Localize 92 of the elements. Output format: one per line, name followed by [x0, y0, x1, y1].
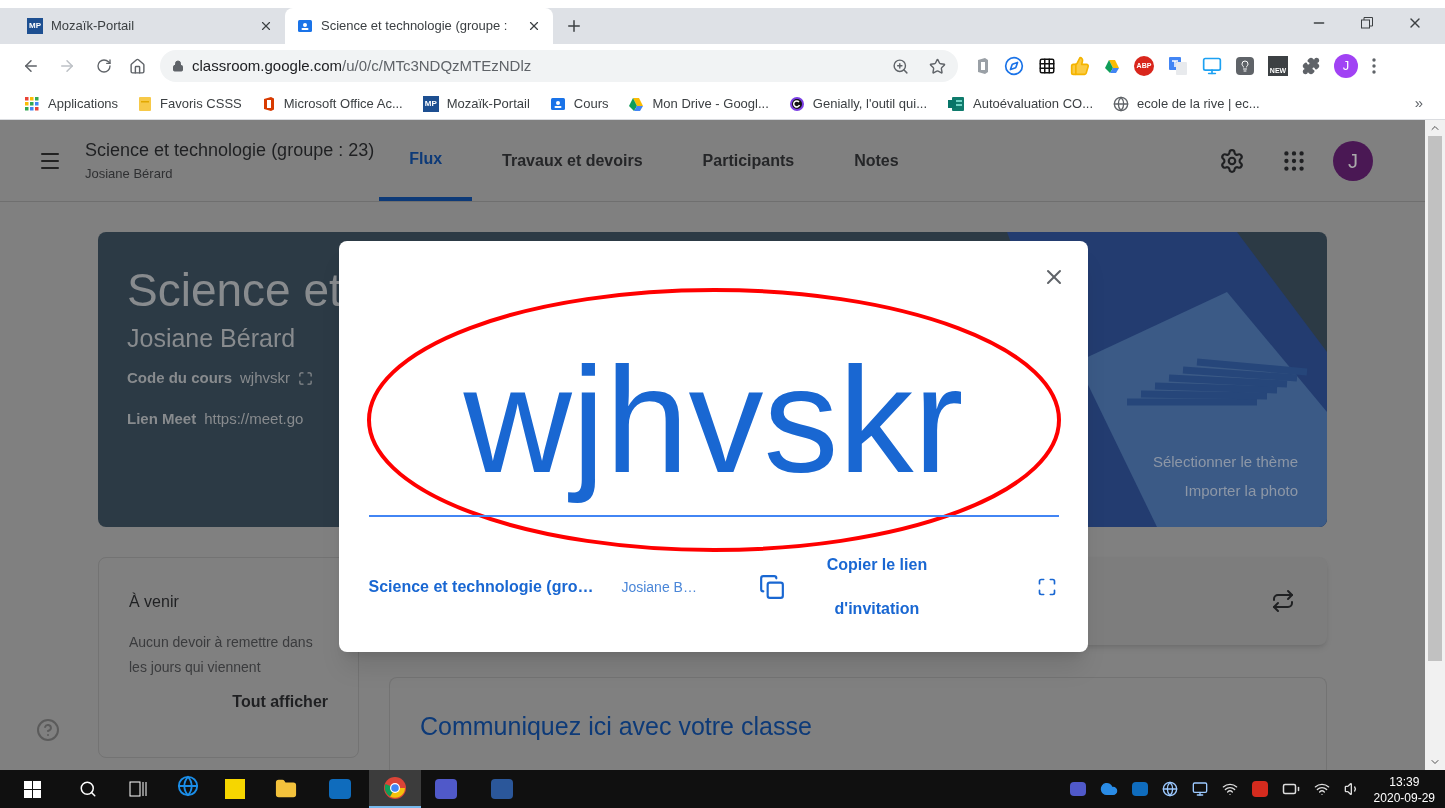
bookmark-item[interactable]: ecole de la rive | ec...: [1113, 93, 1260, 114]
class-code: wjhvskr: [463, 337, 964, 503]
new-tab-icon[interactable]: [565, 17, 583, 35]
cloud-icon[interactable]: [1099, 780, 1118, 798]
apps-grid-icon: [24, 95, 40, 112]
windows-logo-icon[interactable]: [24, 780, 41, 798]
person-board-icon: [549, 95, 566, 112]
folder-icon: [138, 95, 153, 112]
settings-icon[interactable]: [1219, 147, 1245, 174]
globe-icon: [1113, 95, 1130, 112]
mail-tray-icon[interactable]: [1131, 782, 1148, 796]
class-tab[interactable]: Participants: [672, 120, 825, 201]
mp-logo-icon: MP: [27, 18, 43, 34]
copy-icon[interactable]: [758, 574, 785, 600]
upcoming-text: Aucun devoir à remettre dans les jours qui viennent: [129, 633, 314, 677]
chat-tray-icon[interactable]: [1069, 782, 1086, 796]
active-app-tile[interactable]: [369, 770, 421, 808]
bulb-icon[interactable]: [1236, 57, 1254, 75]
swirl-logo-icon: [788, 95, 805, 112]
search-icon[interactable]: [79, 780, 97, 798]
tab-title: Science et technologie (groupe :: [321, 17, 509, 36]
user-avatar[interactable]: J: [1333, 140, 1373, 181]
copy-link-button[interactable]: Copier le lien d'invitation: [806, 543, 947, 631]
bookmark-item[interactable]: Cours: [549, 93, 609, 114]
home-icon[interactable]: [129, 57, 146, 75]
lock-icon: [172, 60, 184, 72]
restore-icon[interactable]: [1361, 17, 1373, 29]
close-icon[interactable]: [259, 19, 273, 33]
monitor-tray-icon[interactable]: [1191, 781, 1208, 797]
profile-avatar[interactable]: J: [1334, 54, 1358, 78]
class-code: wjhvskr: [240, 368, 291, 388]
url-path: /u/0/c/MTc3NDQzMTEzNDlz: [342, 55, 532, 76]
code-label: Code du cours: [127, 368, 232, 388]
class-tab[interactable]: Travaux et devoirs: [472, 120, 673, 201]
view-all-link[interactable]: Tout afficher: [232, 690, 328, 714]
reload-icon[interactable]: [96, 58, 112, 74]
thumbs-up-icon[interactable]: [1070, 56, 1090, 76]
drive-triangle-icon: [628, 95, 645, 112]
person-board-icon: [297, 18, 313, 34]
close-icon[interactable]: [527, 19, 541, 33]
clock-time[interactable]: 13:39: [1389, 774, 1420, 790]
office-logo-icon[interactable]: [976, 57, 990, 75]
compass-icon[interactable]: [1004, 56, 1024, 76]
bookmark-item[interactable]: Microsoft Office Ac...: [261, 93, 403, 114]
round-logo-icon: [383, 776, 407, 800]
bookmark-item[interactable]: Genially, l'outil qui...: [788, 93, 928, 114]
mail-app-icon[interactable]: [329, 779, 351, 799]
class-title: Science et technologie (groupe : 23): [85, 139, 375, 163]
folder-icon[interactable]: [275, 778, 297, 800]
fullscreen-icon[interactable]: [298, 370, 314, 386]
bookmark-item[interactable]: Applications: [24, 93, 119, 114]
puzzle-icon[interactable]: [1302, 57, 1320, 75]
office-logo-icon: [261, 95, 276, 112]
banner-teacher: Josiane Bérard: [127, 322, 297, 354]
star-icon[interactable]: [929, 57, 946, 75]
clock-date[interactable]: 2020-09-29: [1373, 790, 1435, 806]
wifi-icon[interactable]: [1313, 781, 1330, 797]
url-host: classroom.google.com: [192, 55, 343, 76]
scroll-thumb[interactable]: [1428, 136, 1442, 661]
zoom-icon[interactable]: [892, 57, 909, 75]
meet-label: Lien Meet: [127, 408, 197, 429]
tab-title: Mozaïk-Portail: [51, 17, 136, 36]
task-view-icon[interactable]: [129, 781, 147, 797]
class-teacher: Josiane Bérard: [85, 165, 174, 184]
banner-title: Science et: [127, 263, 343, 318]
bookmark-item[interactable]: Mon Drive - Googl...: [628, 93, 769, 114]
back-icon[interactable]: [22, 57, 40, 75]
translate-icon[interactable]: [1168, 56, 1188, 76]
upcoming-title: À venir: [129, 591, 180, 612]
bookmark-item[interactable]: Favoris CSSS: [138, 93, 242, 114]
chat-app-icon[interactable]: [435, 779, 457, 799]
teacher-name: Josiane B…: [621, 577, 697, 597]
class-name: Science et technologie (gro…: [368, 577, 594, 597]
drive-triangle-icon: [1104, 58, 1120, 74]
shield-tray-icon[interactable]: [1251, 781, 1268, 797]
mp-logo-icon: MP: [422, 95, 439, 112]
browser-tab[interactable]: MP Mozaïk-Portail: [15, 8, 285, 44]
monitor-icon[interactable]: [1202, 56, 1222, 76]
bookmark-item[interactable]: MP Mozaïk-Portail: [422, 93, 530, 114]
grid-icon[interactable]: [1038, 57, 1056, 75]
globe-tray-icon[interactable]: [1161, 781, 1178, 797]
network-icon[interactable]: [1221, 781, 1238, 797]
more-bookmarks[interactable]: »: [1414, 92, 1423, 115]
class-tab[interactable]: Notes: [824, 120, 929, 201]
swap-icon[interactable]: [1271, 589, 1295, 613]
browser-tab[interactable]: Science et technologie (groupe :: [285, 8, 553, 44]
more-icon[interactable]: [1372, 58, 1376, 74]
address-bar[interactable]: classroom.google.com/u/0/c/MTc3NDQzMTEzNDlz: [160, 50, 958, 82]
form-logo-icon: [947, 95, 966, 112]
scrollbar[interactable]: [1425, 120, 1445, 770]
fullscreen-icon[interactable]: [1036, 577, 1057, 597]
bookmark-item[interactable]: Autoévaluation CO...: [947, 93, 1094, 114]
